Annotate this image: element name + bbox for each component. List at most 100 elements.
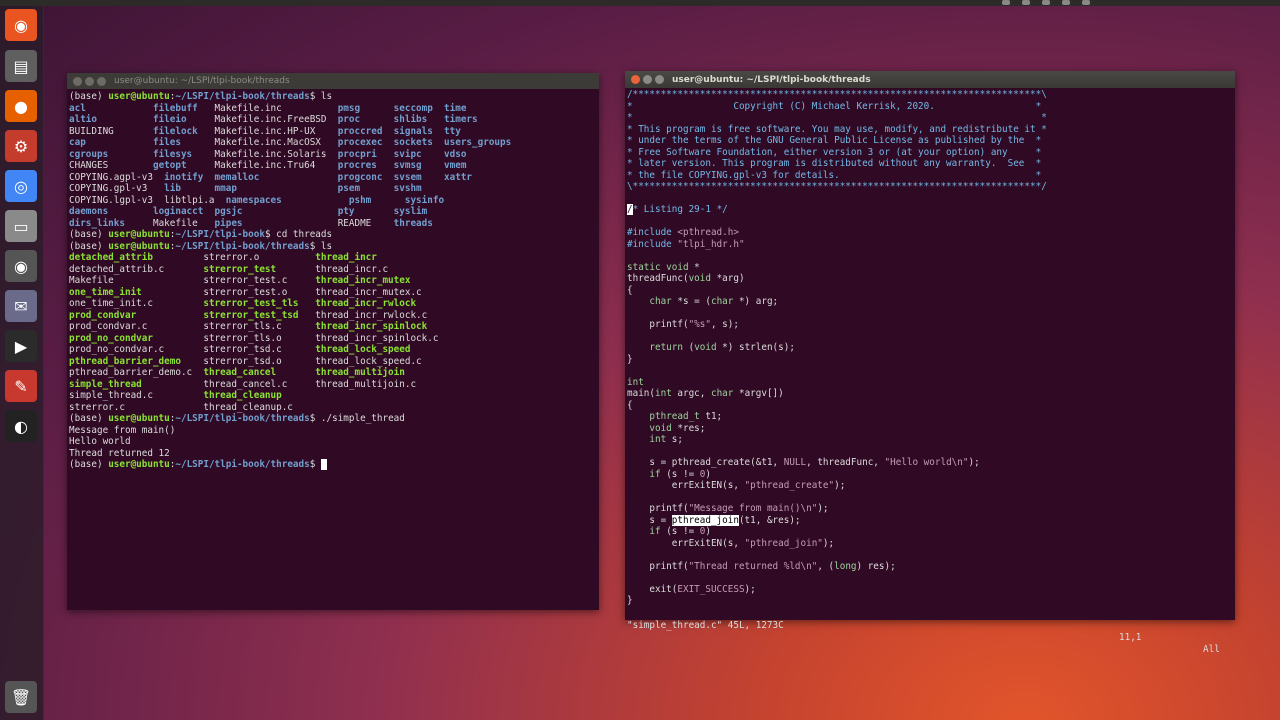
terminal-text: svmsg	[393, 160, 445, 171]
settings-icon[interactable]: ⚙	[5, 130, 37, 162]
maximize-icon[interactable]	[655, 75, 664, 84]
terminal-text: * Free Software Foundation, either versi…	[627, 146, 1042, 158]
terminal-text: pipes	[214, 217, 338, 229]
terminal-line: CHANGES getopt Makefile.inc.Tru64 procre…	[69, 160, 597, 172]
terminal-text: ~/LSPI/tlpi-book/threads	[175, 240, 310, 252]
terminal-text: void	[688, 273, 711, 284]
terminal-line: pthread_barrier_demo strerror_tsd.o thre…	[69, 356, 597, 368]
terminal-text: * This program is free software. You may…	[627, 123, 1047, 135]
terminal-line: (base) user@ubuntu:~/LSPI/tlpi-book$ cd …	[69, 229, 597, 241]
trash-icon[interactable]: 🗑	[5, 681, 37, 713]
titlebar[interactable]: user@ubuntu: ~/LSPI/tlpi-book/threads	[67, 73, 599, 89]
terminal-text: printf(	[627, 503, 689, 514]
firefox-icon[interactable]: ●	[5, 90, 37, 122]
terminal-text: Makefile	[152, 217, 215, 229]
terminal-text: thread_incr_rwlock	[315, 298, 417, 309]
terminal-icon[interactable]: ▶	[5, 330, 37, 362]
terminal-line: char *s = (char *) arg;	[627, 296, 1233, 308]
terminal-text: pthread_barrier_demo	[69, 355, 204, 367]
terminal-text: svipc	[393, 148, 445, 160]
terminal-text: strerror_test_tls	[203, 298, 316, 309]
terminal-text: user@ubuntu	[108, 91, 170, 102]
drive-icon[interactable]: ▭	[5, 210, 37, 242]
terminal-line: \***************************************…	[627, 181, 1233, 193]
terminal-text: , threadFunc,	[806, 457, 885, 468]
terminal-text: thread_incr.c	[315, 263, 389, 275]
vim-buffer[interactable]: /***************************************…	[625, 88, 1235, 607]
terminal-line: * Copyright (C) Michael Kerrisk, 2020. *	[627, 101, 1233, 113]
ubuntu-dash-icon[interactable]: ◉	[5, 9, 37, 41]
dvd-icon[interactable]: ◉	[5, 250, 37, 282]
terminal-text: ~/LSPI/tlpi-book/threads	[175, 459, 310, 470]
terminal-line: static void *	[627, 262, 1233, 274]
terminal-text: user@ubuntu	[108, 413, 170, 424]
pidgin-icon[interactable]: ✉	[5, 290, 37, 322]
terminal-text: Makefile.inc.MacOSX	[214, 137, 338, 148]
terminal-text: char	[710, 388, 734, 399]
terminal-text: pty	[337, 206, 394, 217]
terminal-text: strerror_tls.c	[203, 321, 316, 332]
terminal-line: * Free Software Foundation, either versi…	[627, 147, 1233, 159]
terminal-text: "Hello world\n"	[884, 457, 969, 468]
terminal-text: void	[694, 342, 717, 353]
minimize-icon[interactable]	[85, 76, 94, 86]
terminal-line: {	[627, 400, 1233, 412]
terminal-output[interactable]: (base) user@ubuntu:~/LSPI/tlpi-book/thre…	[67, 89, 599, 471]
terminal-text: int	[649, 434, 667, 445]
terminal-line: * the file COPYING.gpl-v3 for details. *	[627, 170, 1233, 182]
terminal-text: timers	[444, 114, 478, 125]
terminal-line: * *	[627, 112, 1233, 124]
terminal-text: fileio	[152, 114, 215, 125]
terminal-text: s = pthread_create(&t1,	[627, 457, 784, 468]
terminal-text: progconc	[337, 171, 394, 183]
terminal-text: seccomp	[393, 102, 445, 114]
obs-icon[interactable]: ◐	[5, 410, 37, 442]
terminal-text: inotify	[164, 171, 215, 183]
window-buttons[interactable]	[73, 76, 106, 86]
terminal-text: * the file COPYING.gpl-v3 for details. *	[627, 169, 1042, 181]
terminal-text: filelock	[152, 125, 215, 137]
terminal-text: thread_cancel	[203, 367, 316, 378]
terminal-text: {	[627, 399, 633, 411]
terminal-text: );	[822, 537, 835, 549]
system-tray[interactable]	[1002, 0, 1090, 6]
terminal-text: thread_lock_speed.c	[315, 355, 422, 367]
terminal-text: *arg)	[710, 273, 745, 284]
terminal-text: pmsg	[337, 102, 394, 114]
terminal-line: Thread returned 12	[69, 448, 597, 460]
terminal-text: ~/LSPI/tlpi-book	[175, 229, 265, 240]
terminal-line: prod_condvar.c strerror_tls.c thread_inc…	[69, 321, 597, 333]
terminal-text: <pthread.h>	[677, 227, 739, 238]
terminal-window-right[interactable]: user@ubuntu: ~/LSPI/tlpi-book/threads /*…	[625, 71, 1235, 655]
terminal-text: strerror_tsd.c	[203, 344, 316, 355]
terminal-line: COPYING.gpl-v3 lib mmap psem svshm	[69, 183, 597, 195]
terminal-text: ~/LSPI/tlpi-book/threads	[175, 91, 310, 102]
terminal-line: #include <pthread.h>	[627, 227, 1233, 239]
terminal-text: simple_thread.c	[69, 390, 204, 401]
window-buttons[interactable]	[631, 75, 664, 84]
terminal-text: char	[649, 296, 672, 307]
terminal-line: printf("Thread returned %ld\n", (long) r…	[627, 561, 1233, 573]
terminal-line: return (void *) strlen(s);	[627, 342, 1233, 354]
maximize-icon[interactable]	[97, 76, 106, 86]
terminal-line: one_time_init.c strerror_test_tls thread…	[69, 298, 597, 310]
text-editor-icon[interactable]: ✎	[5, 370, 37, 402]
minimize-icon[interactable]	[643, 75, 652, 84]
terminal-line: pthread_t t1;	[627, 411, 1233, 423]
terminal-text: COPYING.lgpl-v3	[69, 194, 165, 206]
files-icon[interactable]: ▤	[5, 50, 37, 82]
close-icon[interactable]	[631, 75, 640, 84]
terminal-window-left[interactable]: user@ubuntu: ~/LSPI/tlpi-book/threads (b…	[67, 73, 599, 610]
close-icon[interactable]	[73, 76, 82, 86]
chrome-icon[interactable]: ◎	[5, 170, 37, 202]
terminal-line: s = pthread_join(t1, &res);	[627, 514, 1233, 527]
terminal-text: pshm	[348, 194, 405, 206]
terminal-line: strerror.c thread_cleanup.c	[69, 402, 597, 414]
titlebar[interactable]: user@ubuntu: ~/LSPI/tlpi-book/threads	[625, 71, 1235, 88]
terminal-text: vmem	[444, 160, 467, 171]
